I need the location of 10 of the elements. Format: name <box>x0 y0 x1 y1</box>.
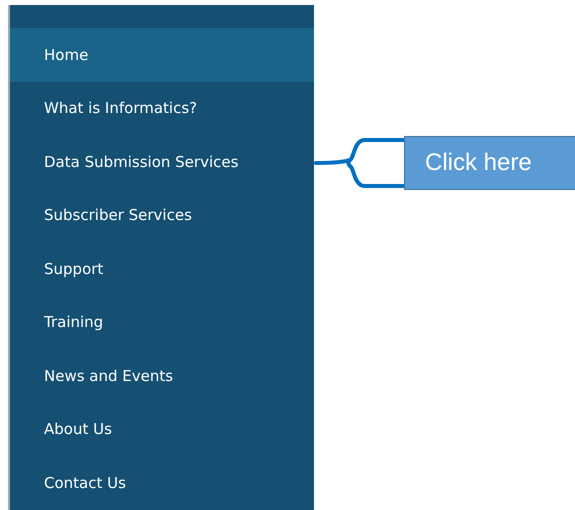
menu-item[interactable]: Data Submission Services <box>10 135 314 189</box>
menu-item[interactable]: Home <box>10 28 314 82</box>
menu-item[interactable]: Support <box>10 242 314 296</box>
menu-item[interactable]: Subscriber Services <box>10 188 314 242</box>
menu-item[interactable]: About Us <box>10 402 314 456</box>
menu-item[interactable]: Training <box>10 296 314 350</box>
menu-item[interactable]: News and Events <box>10 349 314 403</box>
menu-item[interactable]: Contact Us <box>10 456 314 510</box>
menu-item[interactable]: What is Informatics? <box>10 82 314 136</box>
callout-box: Click here <box>404 136 575 190</box>
